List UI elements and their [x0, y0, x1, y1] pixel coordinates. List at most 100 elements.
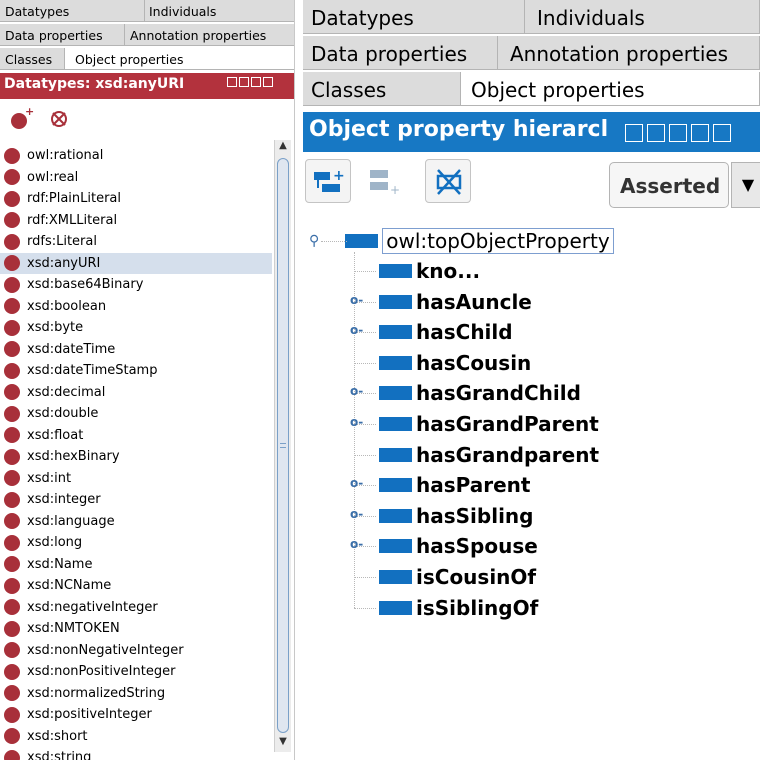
scroll-thumb[interactable] — [277, 158, 289, 733]
tree-node-property[interactable]: isCousinOf — [354, 562, 536, 592]
scroll-down-icon[interactable]: ▼ — [275, 736, 291, 752]
tree-node-property[interactable]: o-hasGrandParent — [350, 409, 599, 439]
tab-object-properties[interactable]: Object properties — [65, 48, 294, 69]
tree-node-property[interactable]: hasCousin — [354, 348, 531, 378]
datatype-list-item[interactable]: xsd:negativeInteger — [0, 597, 272, 619]
datatype-list-item[interactable]: xsd:float — [0, 425, 272, 447]
datatype-list-item[interactable]: xsd:hexBinary — [0, 446, 272, 468]
tree-node-property[interactable]: hasGrandparent — [354, 440, 599, 470]
tree-node-property[interactable]: o-hasSibling — [350, 501, 533, 531]
tree-node-property[interactable]: isSiblingOf — [354, 593, 538, 623]
datatype-list-item[interactable]: xsd:decimal — [0, 382, 272, 404]
tree-node-property[interactable]: o-hasGrandChild — [350, 378, 581, 408]
tab-individuals[interactable]: Individuals — [145, 0, 294, 21]
tree-node-property[interactable]: kno... — [354, 256, 480, 286]
datatype-list-item[interactable]: xsd:short — [0, 726, 272, 748]
collapsed-toggle-icon[interactable]: o- — [350, 507, 363, 521]
minimize-view-icon[interactable] — [239, 77, 249, 87]
tab-object-properties-large[interactable]: Object properties — [461, 72, 760, 105]
datatype-icon — [4, 362, 20, 379]
datatype-list-item[interactable]: owl:rational — [0, 145, 272, 167]
tab-classes-large[interactable]: Classes — [303, 72, 461, 105]
property-label: hasParent — [416, 473, 531, 498]
split-view-icon-large[interactable] — [647, 124, 665, 142]
split-view-icon[interactable] — [227, 77, 237, 87]
datatype-list-item[interactable]: rdfs:Literal — [0, 231, 272, 253]
maximize-view-icon[interactable] — [251, 77, 261, 87]
datatype-icon — [4, 448, 20, 465]
datatype-list-item[interactable]: owl:real — [0, 167, 272, 189]
add-datatype-icon[interactable]: + — [8, 105, 34, 132]
collapsed-toggle-icon[interactable]: o- — [350, 384, 363, 398]
collapsed-toggle-icon[interactable]: o- — [350, 415, 363, 429]
delete-datatype-icon[interactable] — [46, 106, 72, 132]
tab-classes[interactable]: Classes — [0, 48, 65, 69]
datatype-icon — [4, 534, 20, 551]
datatype-list-item[interactable]: xsd:Name — [0, 554, 272, 576]
chevron-down-icon[interactable]: ▼ — [731, 162, 760, 208]
datatype-list-item[interactable]: xsd:string — [0, 747, 272, 760]
datatype-list-item[interactable]: xsd:dateTimeStamp — [0, 360, 272, 382]
datatype-list-item[interactable]: xsd:positiveInteger — [0, 704, 272, 726]
tab-datatypes[interactable]: Datatypes — [0, 0, 145, 21]
help-icon[interactable] — [625, 124, 643, 142]
datatype-list-item[interactable]: xsd:nonPositiveInteger — [0, 661, 272, 683]
close-view-icon-large[interactable] — [713, 124, 731, 142]
datatype-label: xsd:decimal — [27, 384, 106, 400]
tab-datatypes-large[interactable]: Datatypes — [303, 0, 525, 33]
collapsed-toggle-icon[interactable]: o- — [350, 476, 363, 490]
datatype-list-item[interactable]: xsd:NMTOKEN — [0, 618, 272, 640]
add-subproperty-icon[interactable]: + — [305, 159, 351, 203]
datatype-icon — [4, 749, 20, 760]
collapsed-toggle-icon[interactable]: o- — [350, 537, 363, 551]
add-sibling-property-icon[interactable]: + — [361, 159, 407, 203]
hierarchy-mode-select[interactable]: Asserted — [609, 162, 729, 208]
datatype-label: rdf:XMLLiteral — [27, 212, 118, 228]
tab-annotation-properties-large[interactable]: Annotation properties — [498, 36, 760, 69]
close-view-icon[interactable] — [263, 77, 273, 87]
datatype-list-item[interactable]: xsd:nonNegativeInteger — [0, 640, 272, 662]
tree-node-property[interactable]: o-hasSpouse — [350, 531, 538, 561]
datatype-list-item[interactable]: xsd:integer — [0, 489, 272, 511]
datatype-list-item[interactable]: xsd:byte — [0, 317, 272, 339]
maximize-view-icon-large[interactable] — [691, 124, 709, 142]
tree-node-property[interactable]: o-hasChild — [350, 317, 513, 347]
tree-node-property[interactable]: o-hasAuncle — [350, 287, 532, 317]
tree-node-property[interactable]: o-hasParent — [350, 470, 531, 500]
datatype-list[interactable]: owl:rational owl:real rdf:PlainLiteral rdf:… — [0, 145, 272, 760]
datatype-list-item[interactable]: xsd:boolean — [0, 296, 272, 318]
minimize-view-icon-large[interactable] — [669, 124, 687, 142]
tab-data-properties[interactable]: Data properties — [0, 24, 125, 45]
tab-data-properties-large[interactable]: Data properties — [303, 36, 498, 69]
collapsed-toggle-icon[interactable]: o- — [350, 293, 363, 307]
datatype-list-item[interactable]: xsd:int — [0, 468, 272, 490]
datatype-label: xsd:NMTOKEN — [27, 621, 120, 637]
tree-node-root[interactable]: ⚲ owl:topObjectProperty — [309, 226, 614, 256]
expanded-toggle-icon[interactable]: ⚲ — [309, 233, 319, 249]
datatype-list-item[interactable]: xsd:language — [0, 511, 272, 533]
tab-individuals-large[interactable]: Individuals — [525, 0, 760, 33]
delete-property-icon[interactable] — [425, 159, 471, 203]
datatype-icon — [4, 405, 20, 422]
datatype-list-item[interactable]: xsd:dateTime — [0, 339, 272, 361]
datatype-list-item[interactable]: rdf:XMLLiteral — [0, 210, 272, 232]
datatype-label: xsd:int — [27, 470, 72, 486]
collapsed-toggle-icon[interactable]: o- — [350, 323, 363, 337]
datatype-icon — [4, 577, 20, 594]
datatype-list-item[interactable]: xsd:NCName — [0, 575, 272, 597]
datatype-list-item[interactable]: xsd:double — [0, 403, 272, 425]
datatype-label: xsd:anyURI — [27, 255, 101, 271]
datatype-list-scrollbar[interactable]: ▲ ▼ — [274, 140, 291, 752]
datatype-list-item[interactable]: rdf:PlainLiteral — [0, 188, 272, 210]
property-icon — [379, 417, 412, 431]
right-tab-row-1: Datatypes Individuals — [303, 0, 760, 34]
tab-annotation-properties[interactable]: Annotation properties — [125, 24, 294, 45]
datatype-icon — [4, 276, 20, 293]
datatype-list-item[interactable]: xsd:base64Binary — [0, 274, 272, 296]
scroll-up-icon[interactable]: ▲ — [275, 140, 291, 156]
datatype-list-item[interactable]: xsd:anyURI — [0, 252, 272, 274]
datatype-list-item[interactable]: xsd:normalizedString — [0, 683, 272, 705]
property-label: hasGrandParent — [416, 412, 599, 436]
datatype-list-item[interactable]: xsd:long — [0, 532, 272, 554]
property-icon — [379, 264, 412, 278]
